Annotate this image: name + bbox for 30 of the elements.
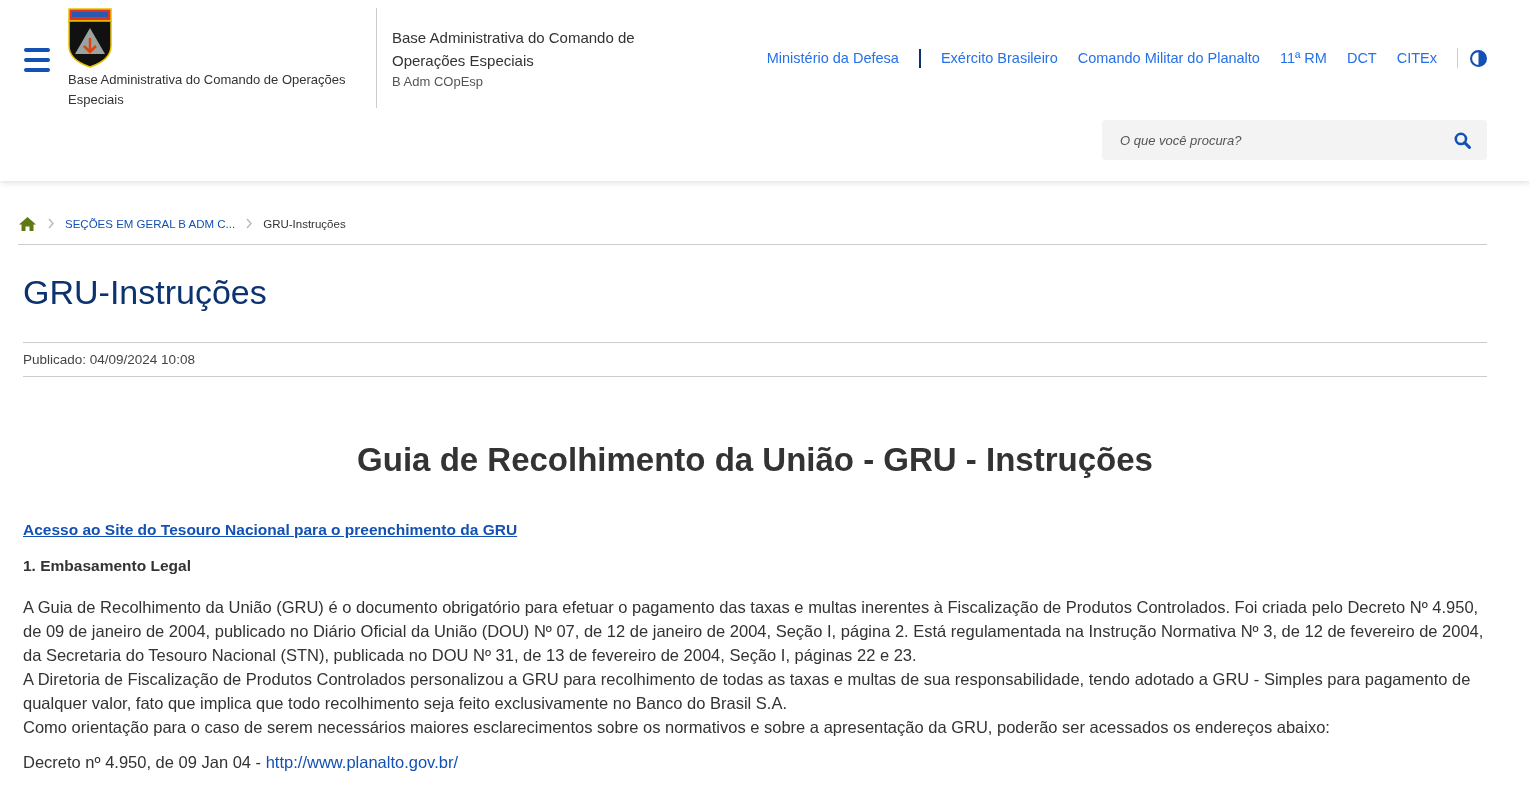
paragraph: Como orientação para o caso de serem necessários maiores esclarecimentos sobre os normativos e sobre a apresentação da GRU, poderão ser acessados os endereços abaixo: [23, 717, 1331, 738]
header-link[interactable]: Exército Brasileiro [940, 50, 1058, 66]
reference-text: Decreto nº 4.950, de 09 Jan 04 - [23, 753, 263, 771]
section-heading: 1. Embasamento Legal [23, 557, 192, 575]
header-link[interactable]: 11ª RM [1279, 50, 1327, 66]
page-title: GRU-Instruções [23, 273, 268, 312]
header-link[interactable]: Comando Militar do Planalto [1077, 50, 1260, 66]
menu-button[interactable] [24, 48, 50, 72]
home-icon[interactable] [18, 215, 37, 232]
logo-caption: Base Administrativa do Comando de Operações Especiais [68, 71, 347, 109]
header-link[interactable]: CITEx [1396, 50, 1437, 66]
search-bar[interactable]: O que você procura? [1102, 120, 1487, 160]
breadcrumb-current: GRU-Instruções [263, 217, 346, 230]
site-title: Base Administrativa do Comando de Operações Especiais [392, 28, 636, 71]
site-subtitle: B Adm COpEsp [392, 74, 485, 89]
publish-date: Publicado: 04/09/2024 10:08 [23, 342, 1487, 377]
search-field[interactable]: O que você procura? [1118, 131, 1454, 149]
search-icon[interactable] [1454, 131, 1471, 149]
chevron-icon [245, 218, 254, 229]
header-link[interactable]: DCT [1346, 50, 1377, 66]
emblem-logo [68, 8, 112, 68]
paragraph: A Diretoria de Fiscalização de Produtos Controlados personalizou a GRU para recolhimento de todas as taxas e multas de sua responsabilidade, tendo adotado a GRU - Simples para pagamento de qualquer valor, fato que implica que todo recolhimento seja feito exclusivamente no Banco do Brasil S.A. [23, 669, 1472, 714]
tesouro-link[interactable]: Acesso ao Site do Tesouro Nacional para o preenchimento da GRU [23, 521, 518, 539]
contrast-icon[interactable] [1470, 49, 1487, 67]
header-link[interactable]: Ministério da Defesa [766, 50, 899, 66]
chevron-icon [47, 218, 55, 229]
reference-link[interactable]: http://www.planalto.gov.br/ [265, 753, 458, 771]
paragraph: A Guia de Recolhimento da União (GRU) é o documento obrigatório para efetuar o pagamento das taxas e multas inerentes à Fiscalização de Produtos Controlados. Foi criada pelo Decreto Nº 4.950, de 09 de janeiro de 2004, publicado no Diário Oficial da União (DOU) Nº 07, de 12 de janeiro de 2004, Seção I, página 2. Está regulamentada na Instrução Normativa Nº 3, de 12 de fevereiro de 2004, da Secretaria do Tesouro Nacional (STN), publicada no DOU Nº 31, de 13 de fevereiro de 2004, Seção I, páginas 22 e 23. [23, 597, 1485, 666]
article-heading: Guia de Recolhimento da União - GRU - Instruções [356, 441, 1154, 479]
breadcrumb-link[interactable]: SEÇÕES EM GERAL B ADM C... [65, 217, 236, 230]
